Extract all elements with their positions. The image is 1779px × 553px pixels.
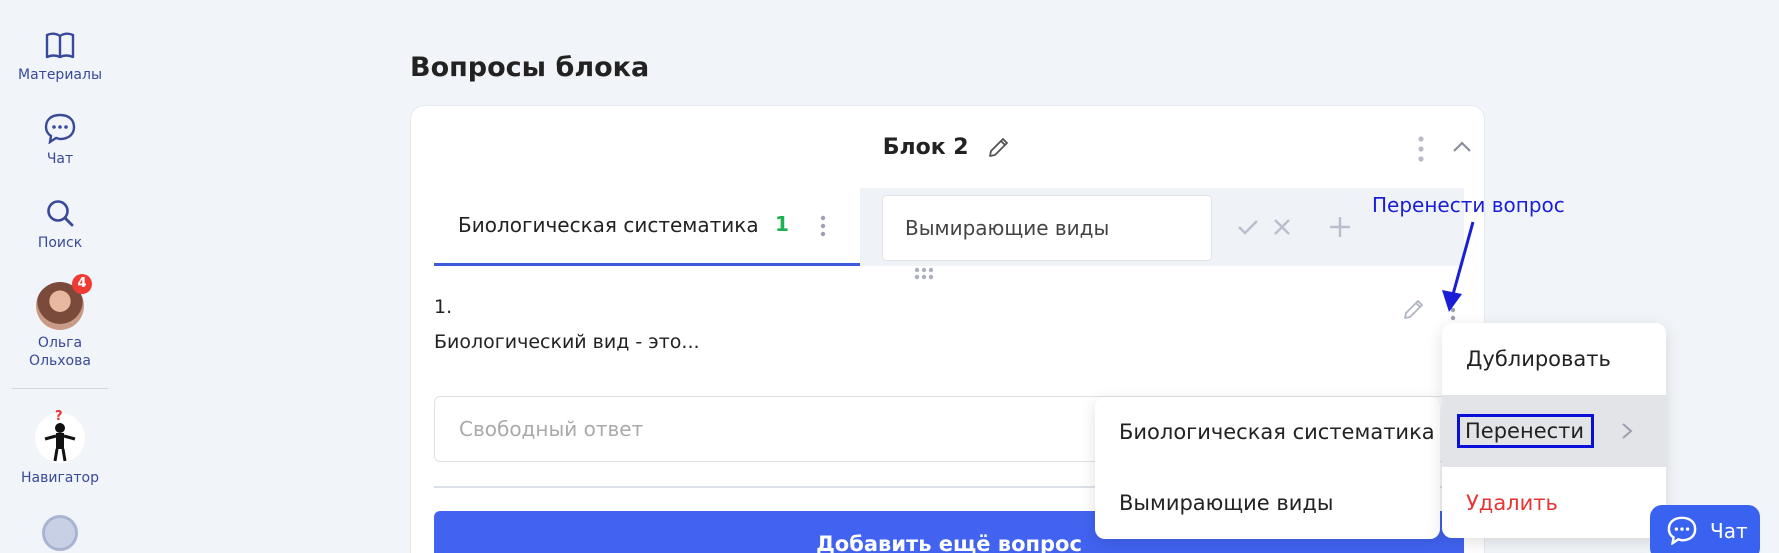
sidebar-item-library[interactable] [0, 515, 120, 551]
chat-bubble-icon [44, 113, 76, 144]
tab-biological-systematics[interactable]: Биологическая систематика 1 [434, 188, 860, 266]
drag-handle-icon[interactable] [913, 266, 935, 280]
block-title: Блок 2 [882, 134, 969, 160]
sidebar-item-label: Материалы [18, 67, 102, 83]
search-icon [47, 200, 74, 227]
kebab-menu-icon[interactable] [819, 214, 827, 238]
user-last-name: Ольхова [29, 353, 91, 369]
chat-bubble-icon [1667, 516, 1697, 545]
sidebar-item-profile[interactable]: 4 Ольга Ольхова [0, 274, 120, 370]
tab-count-badge: 1 [764, 206, 800, 242]
page-title: Вопросы блока [410, 52, 650, 83]
plus-icon[interactable] [1327, 214, 1353, 240]
chat-button[interactable]: Чат [1650, 505, 1760, 553]
navigator-avatar: ? [35, 409, 85, 463]
menu-item-delete[interactable]: Удалить [1442, 467, 1666, 538]
menu-item-move[interactable]: Перенести [1442, 395, 1666, 467]
sidebar: Материалы Чат Поиск 4 Ольга Ольхова ? На… [0, 0, 120, 553]
submenu-item-biological-systematics[interactable]: Биологическая систематика [1095, 397, 1440, 468]
sidebar-divider [12, 388, 108, 389]
chevron-up-icon[interactable] [1451, 138, 1473, 154]
person-icon [44, 423, 76, 462]
pencil-icon[interactable] [986, 134, 1012, 160]
check-icon[interactable] [1236, 217, 1260, 237]
annotation-arrow [1442, 221, 1475, 312]
chevron-right-icon [1622, 423, 1633, 439]
close-icon[interactable] [1272, 217, 1292, 237]
sidebar-item-search[interactable]: Поиск [0, 198, 120, 252]
kebab-menu-icon[interactable] [1416, 134, 1426, 164]
book-icon [45, 32, 75, 59]
question-number: 1. [434, 296, 453, 318]
notification-badge: 4 [72, 274, 92, 294]
question-text: Биологический вид - это... [434, 331, 700, 353]
sidebar-item-label: Чат [46, 151, 74, 167]
pencil-icon[interactable] [1401, 296, 1427, 322]
user-first-name: Ольга [37, 335, 83, 351]
avatar: 4 [36, 274, 92, 330]
library-icon [42, 515, 78, 551]
sidebar-item-navigator[interactable]: ? Навигатор [0, 409, 120, 487]
new-tab-input[interactable] [882, 195, 1212, 261]
submenu-item-endangered-species[interactable]: Вымирающие виды [1095, 468, 1440, 539]
annotation-label: Перенести вопрос [1372, 193, 1565, 217]
sidebar-item-label: Навигатор [21, 470, 99, 486]
chat-button-label: Чат [1710, 519, 1748, 543]
sidebar-item-label: Поиск [37, 235, 83, 251]
sidebar-item-materials[interactable]: Материалы [0, 30, 120, 84]
block-header: Блок 2 [411, 134, 1484, 160]
sidebar-item-chat[interactable]: Чат [0, 112, 120, 168]
move-submenu: Биологическая систематика Вымирающие вид… [1095, 397, 1440, 539]
question-context-menu: Дублировать Перенести Удалить [1442, 323, 1666, 538]
tab-label: Биологическая систематика [458, 213, 759, 237]
menu-item-duplicate[interactable]: Дублировать [1442, 323, 1666, 395]
menu-item-move-label: Перенести [1457, 414, 1595, 448]
block-tabs: Биологическая систематика 1 [434, 188, 1464, 266]
